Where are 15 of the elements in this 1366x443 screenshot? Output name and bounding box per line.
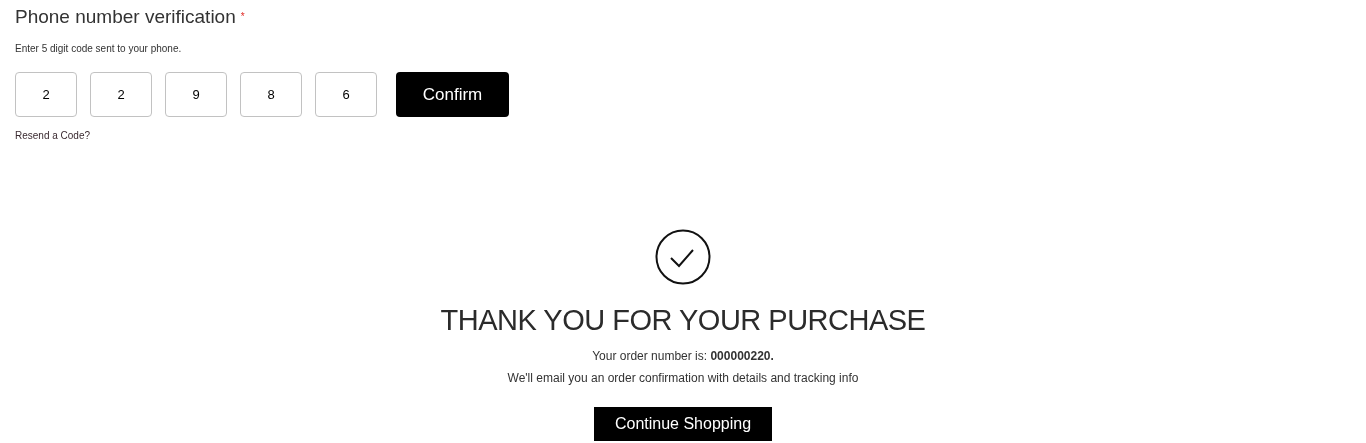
code-digit-field[interactable]: 2: [15, 72, 77, 117]
code-digit-field[interactable]: 6: [315, 72, 377, 117]
section-title: Phone number verification: [15, 5, 236, 29]
hint-text: Enter 5 digit code sent to your phone.: [15, 42, 183, 56]
email-info-text: We'll email you an order confirmation with details and tracking info: [507, 370, 859, 387]
order-number-text: Your order number is: 000000220.: [592, 348, 774, 365]
thank-you-heading: THANK YOU FOR YOUR PURCHASE: [440, 303, 926, 337]
checkmark-icon: [655, 229, 711, 285]
code-digit-field[interactable]: 8: [240, 72, 302, 117]
code-digit-field[interactable]: 2: [90, 72, 152, 117]
confirm-button[interactable]: Confirm: [396, 72, 509, 117]
code-digit-field[interactable]: 9: [165, 72, 227, 117]
continue-shopping-button[interactable]: Continue Shopping: [594, 407, 772, 441]
required-mark: *: [240, 10, 245, 24]
resend-link[interactable]: Resend a Code?: [15, 130, 91, 141]
